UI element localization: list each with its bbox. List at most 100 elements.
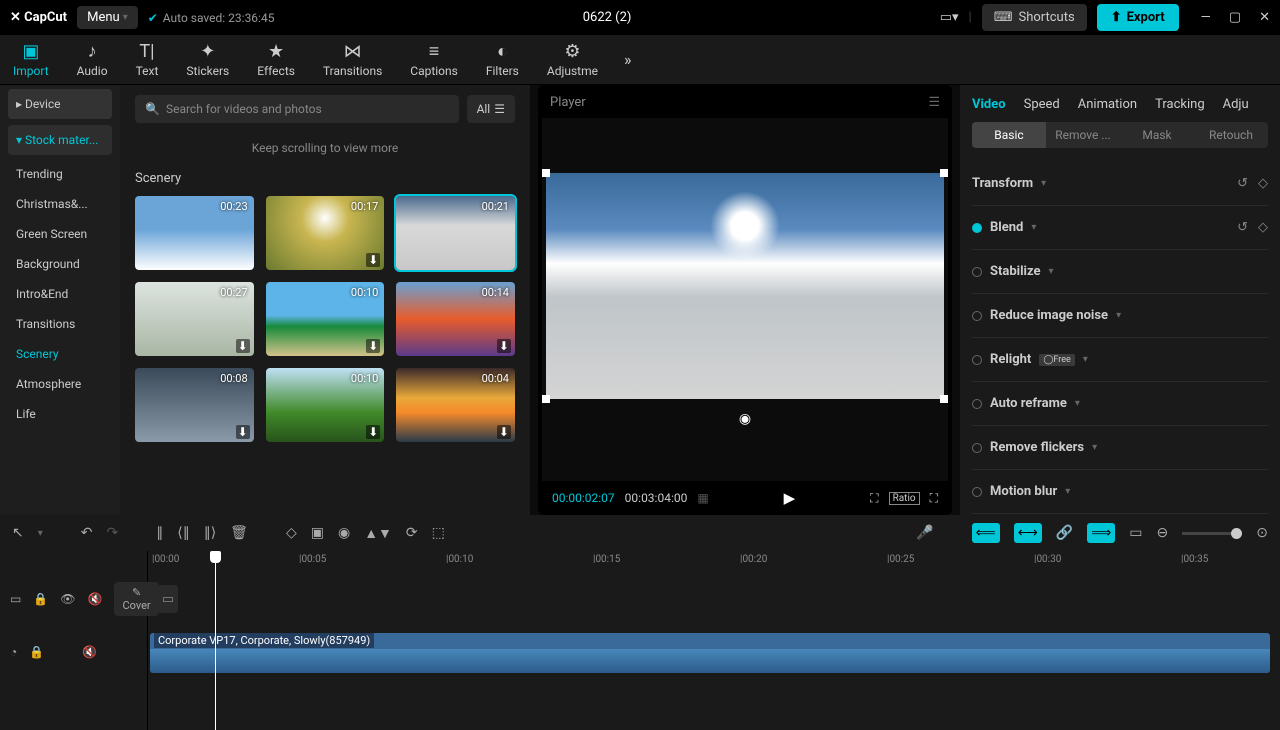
tab-stickers[interactable]: ✦Stickers: [178, 37, 237, 82]
rtab-speed[interactable]: Speed: [1024, 97, 1060, 112]
resize-handle[interactable]: [940, 395, 948, 403]
resize-handle[interactable]: [940, 169, 948, 177]
track-eye-icon[interactable]: 👁: [60, 592, 75, 606]
stock-thumbnail[interactable]: 00:08⬇: [135, 368, 254, 442]
prop-transform[interactable]: Transform▾ ↺◇: [972, 162, 1268, 206]
prop-relight[interactable]: Relight ◯Free ▾: [972, 338, 1268, 382]
nav-background[interactable]: Background: [8, 249, 112, 279]
stock-thumbnail[interactable]: 00:27⬇: [135, 282, 254, 356]
link-tool[interactable]: 🔗: [1056, 525, 1073, 541]
download-icon[interactable]: ⬇: [497, 339, 511, 353]
video-preview[interactable]: [546, 173, 944, 399]
mirror-tool[interactable]: ▲▼: [364, 525, 392, 542]
group-tool[interactable]: ▣: [311, 525, 324, 541]
zoom-out-button[interactable]: ⊖: [1157, 525, 1169, 541]
nav-transitions[interactable]: Transitions: [8, 309, 112, 339]
nav-green-screen[interactable]: Green Screen: [8, 219, 112, 249]
toggle-icon[interactable]: [972, 399, 982, 409]
tab-audio[interactable]: ♪Audio: [69, 37, 116, 82]
magnet-center-tool[interactable]: ⟷: [1014, 523, 1042, 543]
download-icon[interactable]: ⬇: [366, 339, 380, 353]
nav-life[interactable]: Life: [8, 399, 112, 429]
export-button[interactable]: ⬆Export: [1097, 4, 1179, 31]
track-lock-icon[interactable]: 🔒: [33, 592, 48, 606]
play-button[interactable]: ▶: [784, 489, 796, 507]
stock-thumbnail[interactable]: 00:04⬇: [396, 368, 515, 442]
marker-tool[interactable]: ◇: [286, 525, 297, 541]
rtab-adju[interactable]: Adju: [1223, 97, 1249, 112]
download-icon[interactable]: ⬇: [236, 425, 250, 439]
rtab-animation[interactable]: Animation: [1078, 97, 1137, 112]
keyframe-icon[interactable]: ◇: [1258, 176, 1268, 191]
minimize-button[interactable]: —: [1201, 10, 1211, 25]
shortcuts-button[interactable]: ⌨Shortcuts: [982, 4, 1087, 31]
nav-stock[interactable]: ▾ Stock mater...: [8, 125, 112, 155]
zoom-fit-button[interactable]: ⊙: [1256, 525, 1268, 541]
rotate-handle[interactable]: ◉: [739, 411, 751, 427]
reset-icon[interactable]: ↺: [1237, 176, 1248, 191]
prop-reduce-image-noise[interactable]: Reduce image noise ▾: [972, 294, 1268, 338]
download-icon[interactable]: ⬇: [497, 425, 511, 439]
close-button[interactable]: ✕: [1259, 10, 1270, 25]
resize-handle[interactable]: [542, 169, 550, 177]
filter-all-button[interactable]: All ☰: [467, 95, 515, 123]
ratio-button[interactable]: Ratio: [889, 492, 920, 505]
stab-basic[interactable]: Basic: [972, 122, 1046, 148]
redo-button[interactable]: ↷: [107, 525, 119, 541]
stock-thumbnail[interactable]: 00:10⬇: [266, 282, 385, 356]
rotate-tool[interactable]: ⟳: [406, 525, 418, 541]
tab-captions[interactable]: ≡Captions: [402, 37, 466, 82]
crop-icon[interactable]: ⛶: [870, 491, 878, 506]
mic-icon[interactable]: 🎤: [916, 525, 933, 541]
prop-blend[interactable]: Blend ▾↺◇: [972, 206, 1268, 250]
cursor-tool[interactable]: ↖: [12, 525, 24, 541]
video-clip-slot[interactable]: ▭: [158, 585, 178, 613]
magnet-right-tool[interactable]: ⟹: [1087, 523, 1115, 543]
magnet-left-tool[interactable]: ⟸: [972, 523, 1000, 543]
search-input[interactable]: 🔍Search for videos and photos: [135, 95, 459, 123]
toggle-icon[interactable]: [972, 443, 982, 453]
split-tool[interactable]: ∥: [156, 525, 163, 541]
more-tabs-button[interactable]: »: [618, 50, 638, 69]
list-icon[interactable]: ▦: [697, 491, 708, 505]
menu-button[interactable]: Menu ▾: [77, 6, 138, 29]
prop-motion-blur[interactable]: Motion blur ▾: [972, 470, 1268, 514]
track-mute-icon[interactable]: 🔇: [88, 592, 103, 606]
undo-button[interactable]: ↶: [81, 525, 93, 541]
aspect-icon[interactable]: ▭▾: [940, 10, 959, 25]
download-icon[interactable]: ⬇: [366, 425, 380, 439]
fullscreen-icon[interactable]: ⛶: [930, 491, 938, 506]
track-mute-icon[interactable]: 🔇: [82, 645, 97, 659]
tab-filters[interactable]: ◐Filters: [478, 37, 527, 82]
split-right-tool[interactable]: ∥⟩: [204, 525, 216, 541]
stock-thumbnail[interactable]: 00:14⬇: [396, 282, 515, 356]
stock-thumbnail[interactable]: 00:23: [135, 196, 254, 270]
tab-import[interactable]: ▣Import: [5, 37, 57, 82]
prop-remove-flickers[interactable]: Remove flickers ▾: [972, 426, 1268, 470]
toggle-icon[interactable]: [972, 267, 982, 277]
toggle-icon[interactable]: [972, 223, 982, 233]
track-lock-icon[interactable]: 🔒: [29, 645, 44, 659]
keyframe-icon[interactable]: ◇: [1258, 220, 1268, 235]
reset-icon[interactable]: ↺: [1237, 220, 1248, 235]
track-audio-icon[interactable]: ◔: [10, 645, 17, 659]
split-left-tool[interactable]: ⟨∥: [177, 525, 189, 541]
toggle-icon[interactable]: [972, 355, 982, 365]
stock-thumbnail[interactable]: 00:17⬇: [266, 196, 385, 270]
tab-effects[interactable]: ★Effects: [249, 37, 303, 82]
nav-scenery[interactable]: Scenery: [8, 339, 112, 369]
stab-mask[interactable]: Mask: [1120, 122, 1194, 148]
tab-adjustme[interactable]: ⚙Adjustme: [539, 37, 606, 82]
crop-tool[interactable]: ⬚: [432, 525, 445, 541]
nav-atmosphere[interactable]: Atmosphere: [8, 369, 112, 399]
track-monitor-icon[interactable]: ▭: [10, 592, 21, 606]
nav-intro-end[interactable]: Intro&End: [8, 279, 112, 309]
snap-tool[interactable]: ▭: [1129, 525, 1142, 541]
download-icon[interactable]: ⬇: [366, 253, 380, 267]
resize-handle[interactable]: [542, 395, 550, 403]
audio-clip[interactable]: Corporate VP17, Corporate, Slowly(857949…: [150, 633, 1270, 673]
reverse-tool[interactable]: ◉: [338, 525, 350, 541]
stock-thumbnail[interactable]: 00:21: [396, 196, 515, 270]
stab-retouch[interactable]: Retouch: [1194, 122, 1268, 148]
rtab-tracking[interactable]: Tracking: [1155, 97, 1205, 112]
